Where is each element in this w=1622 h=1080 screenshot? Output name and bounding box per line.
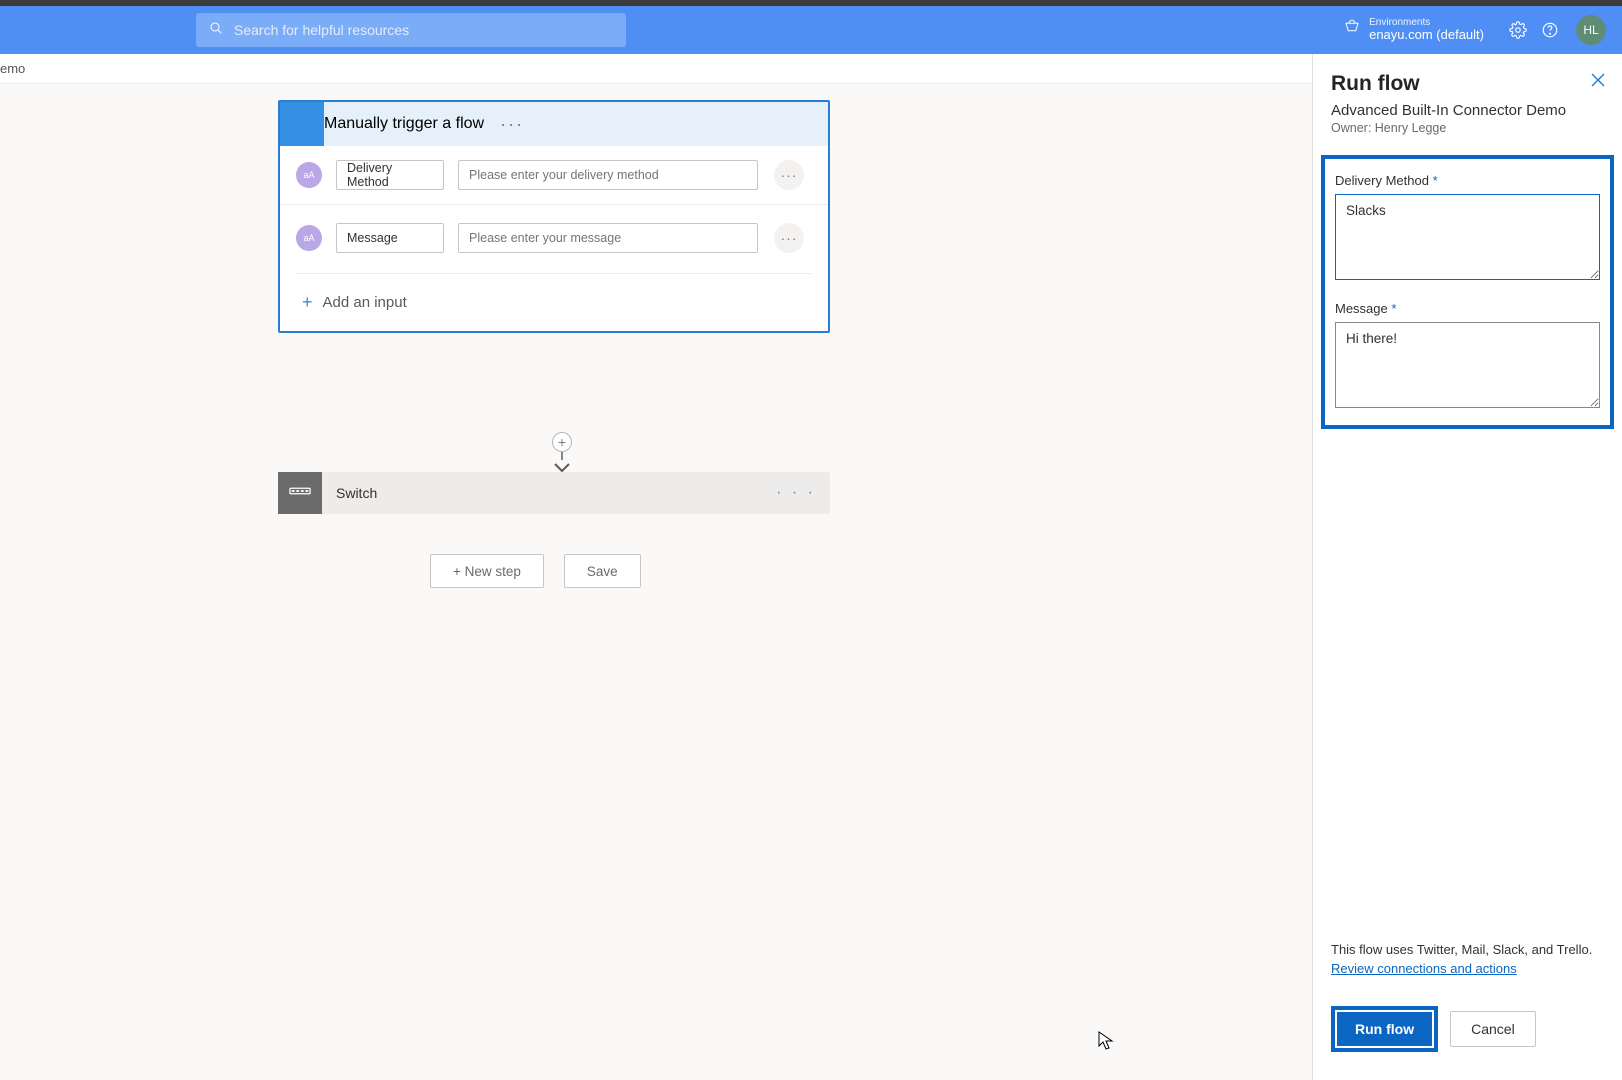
text-type-badge: aA xyxy=(296,162,322,188)
app-header: Environments enayu.com (default) HL xyxy=(0,6,1622,54)
panel-title: Run flow xyxy=(1331,72,1604,96)
environment-picker[interactable]: Environments enayu.com (default) xyxy=(1343,17,1484,42)
input-highlight-box: Delivery Method * Message * xyxy=(1321,155,1614,429)
switch-card-menu[interactable]: · · · xyxy=(776,484,830,502)
close-panel-button[interactable] xyxy=(1590,72,1606,93)
add-input-label: Add an input xyxy=(323,294,407,311)
panel-owner: Owner: Henry Legge xyxy=(1331,121,1604,135)
search-icon xyxy=(208,20,224,41)
new-step-button[interactable]: + New step xyxy=(430,554,544,588)
param-label[interactable]: Message xyxy=(336,223,444,253)
environment-icon xyxy=(1343,18,1361,41)
delivery-method-input[interactable] xyxy=(1335,194,1600,280)
settings-button[interactable] xyxy=(1502,21,1534,39)
plus-icon: + xyxy=(302,292,313,313)
canvas-buttons: + New step Save xyxy=(430,554,641,588)
message-input[interactable] xyxy=(1335,322,1600,408)
param-value-input[interactable] xyxy=(458,160,758,190)
trigger-card-title: Manually trigger a flow xyxy=(324,115,484,133)
add-step-node[interactable]: + xyxy=(552,432,572,452)
panel-subtitle: Advanced Built-In Connector Demo xyxy=(1331,102,1604,119)
review-connections-link[interactable]: Review connections and actions xyxy=(1331,961,1517,976)
param-row-message: aA Message ··· xyxy=(280,204,828,263)
field-label-delivery: Delivery Method * xyxy=(1335,173,1600,188)
save-button[interactable]: Save xyxy=(564,554,641,588)
cancel-button[interactable]: Cancel xyxy=(1450,1011,1536,1047)
environment-name: enayu.com (default) xyxy=(1369,28,1484,42)
user-avatar[interactable]: HL xyxy=(1576,15,1606,45)
run-flow-button[interactable]: Run flow xyxy=(1337,1012,1432,1046)
search-box[interactable] xyxy=(196,13,626,47)
run-button-highlight: Run flow xyxy=(1331,1006,1438,1052)
flow-canvas: Manually trigger a flow ··· aA Delivery … xyxy=(0,84,1312,1080)
param-value-input[interactable] xyxy=(458,223,758,253)
param-row-delivery-method: aA Delivery Method ··· xyxy=(280,146,828,200)
param-label[interactable]: Delivery Method xyxy=(336,160,444,190)
field-label-message: Message * xyxy=(1335,301,1600,316)
switch-card-title: Switch xyxy=(322,485,776,501)
add-input-button[interactable]: + Add an input xyxy=(280,274,828,331)
run-flow-panel: Run flow Advanced Built-In Connector Dem… xyxy=(1312,54,1622,1080)
footer-connector-text: This flow uses Twitter, Mail, Slack, and… xyxy=(1331,941,1604,959)
breadcrumb: emo xyxy=(0,61,25,76)
environment-label: Environments xyxy=(1369,17,1484,28)
trigger-card: Manually trigger a flow ··· aA Delivery … xyxy=(278,100,830,333)
trigger-card-header[interactable]: Manually trigger a flow ··· xyxy=(280,102,828,146)
param-menu[interactable]: ··· xyxy=(774,160,804,190)
switch-card[interactable]: Switch · · · xyxy=(278,472,830,514)
switch-icon xyxy=(289,484,311,503)
text-type-badge: aA xyxy=(296,225,322,251)
search-input[interactable] xyxy=(234,22,614,38)
trigger-card-menu[interactable]: ··· xyxy=(494,114,530,135)
help-button[interactable] xyxy=(1534,21,1566,39)
param-menu[interactable]: ··· xyxy=(774,223,804,253)
